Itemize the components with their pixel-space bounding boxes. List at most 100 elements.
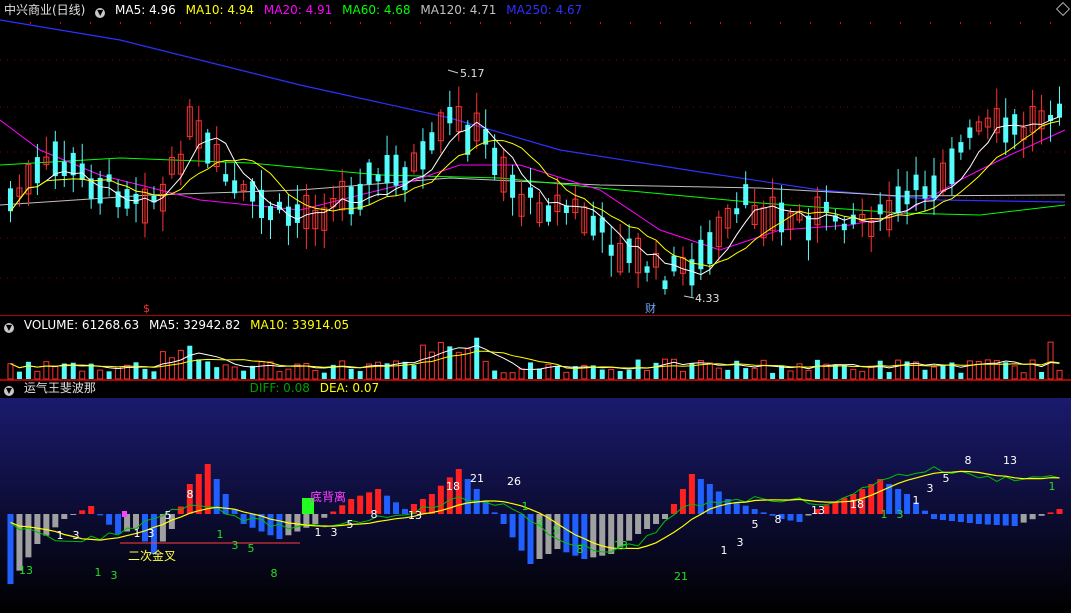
volume-bar-down	[617, 371, 623, 379]
collapse-indicator-icon[interactable]: ▼	[4, 386, 14, 396]
candle-down	[671, 255, 677, 272]
fib-count-label: 1	[522, 500, 529, 513]
top-marker	[750, 22, 751, 24]
fib-count-label: 21	[470, 472, 484, 485]
fib-count-label: 3	[148, 527, 155, 540]
top-marker	[420, 22, 421, 24]
volume-bar-down	[214, 367, 220, 379]
volume-bar-down	[841, 364, 847, 379]
volume-bar-up	[966, 360, 973, 380]
volume-label: VOLUME: 61268.63	[23, 318, 140, 332]
histogram-bar	[312, 514, 319, 524]
fib-count-label: 3	[111, 569, 118, 582]
volume-bar-down	[250, 365, 256, 379]
low-pointer	[683, 295, 695, 299]
histogram-bar	[993, 514, 1000, 525]
high-pointer	[447, 69, 459, 74]
candle-down	[626, 238, 632, 264]
top-marker	[240, 22, 241, 24]
top-marker	[150, 22, 151, 24]
top-marker	[840, 22, 841, 24]
fib-count-label: 5	[752, 518, 759, 531]
top-marker	[630, 22, 631, 24]
volume-bar-up	[267, 361, 274, 380]
top-marker	[540, 22, 541, 24]
volume-bar-down	[940, 364, 946, 379]
histogram-bar	[384, 495, 391, 514]
volume-bar-up	[518, 368, 525, 380]
fib-count-label: 3	[927, 482, 934, 495]
fib-count-label: 3	[537, 517, 544, 530]
volume-bar-down	[106, 371, 112, 379]
histogram-bar	[222, 494, 229, 514]
fib-count-label: 5	[165, 509, 172, 522]
volume-bar-down	[474, 337, 480, 379]
volume-bar-up	[706, 362, 713, 380]
volume-bar-up	[913, 361, 920, 380]
volume-bar-up	[177, 349, 184, 380]
collapse-volume-icon[interactable]: ▼	[4, 323, 14, 333]
candle-down	[850, 214, 856, 225]
candle-down	[447, 106, 453, 124]
fib-count-label: 5	[248, 542, 255, 555]
histogram-bar	[285, 514, 292, 536]
volume-bar-up	[751, 367, 758, 380]
dea-label: DEA: 0.07	[319, 381, 380, 395]
histogram-bar	[742, 505, 749, 514]
volume-bar-down	[653, 362, 659, 379]
volume-bar-up	[895, 359, 902, 380]
histogram-bar	[70, 514, 77, 515]
top-marker	[450, 22, 451, 24]
fib-count-label: 8	[187, 488, 194, 501]
candle-down	[492, 147, 498, 176]
volume-bar-down	[133, 362, 139, 379]
candle-down	[366, 162, 372, 185]
top-marker	[660, 22, 661, 24]
candle-down	[7, 188, 13, 212]
fib-count-label: 1	[881, 508, 888, 521]
candle-down	[545, 205, 551, 222]
volume-bar-up	[312, 369, 319, 380]
candle-down	[61, 161, 67, 176]
histogram-bar	[1011, 514, 1018, 526]
fib-count-label: 1	[913, 494, 920, 507]
fib-count-label: 13	[614, 539, 628, 552]
candle-down	[608, 244, 614, 256]
volume-header: ▼ VOLUME: 61268.63 MA5: 32942.82 MA10: 3…	[0, 317, 355, 333]
event-marker-cai: 财	[645, 301, 656, 315]
fib-count-label: 1	[315, 526, 322, 539]
histogram-bar	[500, 514, 507, 524]
histogram-bar	[106, 514, 113, 525]
candle-down	[1012, 114, 1018, 135]
volume-ma10-label: MA10: 33914.05	[250, 318, 350, 332]
histogram-bar	[904, 494, 911, 514]
volume-bar-up	[168, 357, 175, 380]
histogram-bar	[518, 514, 525, 551]
candle-down	[841, 223, 847, 231]
fib-count-label: 3	[73, 529, 80, 542]
indicator-pane: 二次金叉 底背离 13 1 3 1 3 1 3 5 8 1 3 5 8 1 3 5 8 13 18 21 26 1 3 5 8 13 2…	[0, 380, 1071, 613]
volume-bar-down	[743, 368, 749, 379]
volume-bar-up	[984, 359, 991, 380]
volume-bar-down	[321, 372, 327, 379]
low-price-label: 4.33	[695, 292, 720, 305]
histogram-bar	[957, 514, 964, 522]
volume-bars	[7, 337, 1063, 380]
candle-down	[823, 201, 829, 212]
volume-bar-up	[258, 361, 265, 380]
volume-bar-up	[644, 370, 651, 380]
fib-count-label: 3	[737, 536, 744, 549]
top-marker	[360, 22, 361, 24]
ma60-line	[0, 157, 1066, 216]
volume-bar-up	[1020, 372, 1027, 380]
histogram-bar	[697, 479, 704, 514]
histogram-bar	[796, 514, 803, 522]
fib-count-label: 3	[897, 508, 904, 521]
candle-down	[1057, 103, 1063, 118]
candle-down	[133, 193, 139, 204]
histogram-bar	[751, 509, 758, 514]
fib-count-label: 1	[721, 544, 728, 557]
volume-bar-down	[25, 361, 31, 379]
candle-down	[644, 266, 650, 273]
volume-bar-down	[357, 371, 363, 379]
